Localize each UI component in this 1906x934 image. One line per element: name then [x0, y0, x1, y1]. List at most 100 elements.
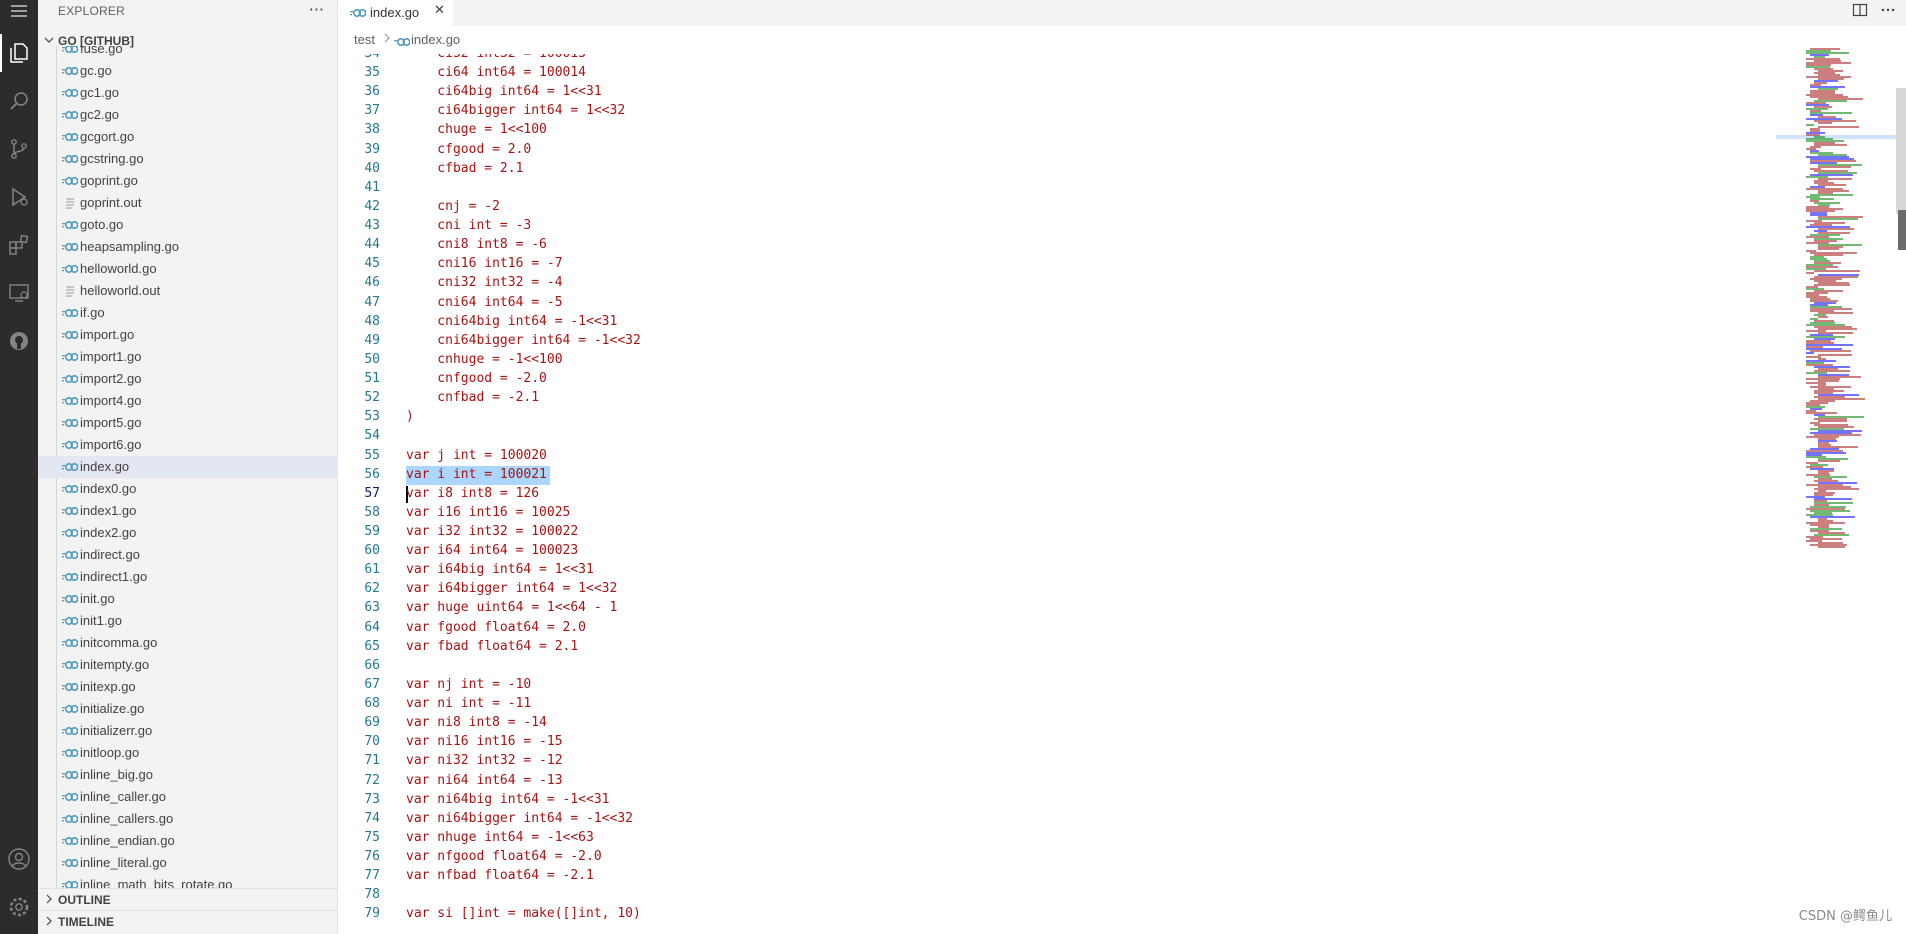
- file-item[interactable]: goprint.go: [38, 170, 338, 192]
- file-item[interactable]: import6.go: [38, 434, 338, 456]
- code-line: 40 cfbad = 2.1: [338, 160, 1768, 179]
- file-item[interactable]: initializerr.go: [38, 720, 338, 742]
- file-item[interactable]: import2.go: [38, 368, 338, 390]
- code-editor[interactable]: 34 ci32 int32 = 10001335 ci64 int64 = 10…: [338, 54, 1768, 934]
- line-number: 62: [364, 581, 380, 597]
- minimap-line: [1818, 546, 1845, 548]
- file-item[interactable]: index0.go: [38, 478, 338, 500]
- remote-explorer-icon[interactable]: [0, 274, 38, 312]
- chevron-right-icon: [44, 892, 54, 906]
- file-item[interactable]: gc2.go: [38, 104, 338, 126]
- timeline-section[interactable]: TIMELINE: [38, 910, 338, 932]
- code-line: 34 ci32 int32 = 100013: [338, 54, 1768, 64]
- code-line: 39 cfgood = 2.0: [338, 141, 1768, 160]
- code-text: cnj = -2: [406, 198, 500, 214]
- file-item[interactable]: helloworld.go: [38, 258, 338, 280]
- settings-gear-icon[interactable]: [0, 888, 38, 926]
- breadcrumb-file[interactable]: index.go: [411, 32, 460, 47]
- file-item[interactable]: inline_big.go: [38, 764, 338, 786]
- file-item[interactable]: if.go: [38, 302, 338, 324]
- code-line: 42 cnj = -2: [338, 198, 1768, 217]
- menu-icon[interactable]: [0, 0, 38, 30]
- file-item[interactable]: initloop.go: [38, 742, 338, 764]
- outline-section[interactable]: OUTLINE: [38, 888, 338, 910]
- go-file-icon: [62, 352, 78, 362]
- file-item[interactable]: gc1.go: [38, 82, 338, 104]
- file-item[interactable]: index.go: [38, 456, 338, 478]
- line-number: 73: [364, 791, 380, 807]
- split-editor-icon[interactable]: [1852, 2, 1868, 22]
- file-item[interactable]: indirect.go: [38, 544, 338, 566]
- file-item[interactable]: index2.go: [38, 522, 338, 544]
- minimap-line: [1814, 284, 1850, 286]
- file-item[interactable]: init.go: [38, 588, 338, 610]
- go-file-icon: [62, 396, 78, 406]
- minimap-line: [1818, 248, 1839, 250]
- code-text: var i64bigger int64 = 1<<32: [406, 581, 618, 597]
- file-item[interactable]: gcstring.go: [38, 148, 338, 170]
- file-name: inline_literal.go: [80, 855, 167, 870]
- file-name: index1.go: [80, 503, 137, 518]
- file-item[interactable]: import.go: [38, 324, 338, 346]
- file-item[interactable]: import4.go: [38, 390, 338, 412]
- file-item[interactable]: inline_callers.go: [38, 808, 338, 830]
- activity-bar: [0, 0, 38, 934]
- file-item[interactable]: inline_literal.go: [38, 852, 338, 874]
- explorer-icon[interactable]: [0, 34, 38, 72]
- file-item[interactable]: gc.go: [38, 60, 338, 82]
- line-number: 70: [364, 734, 380, 750]
- file-name: gcgort.go: [80, 129, 135, 144]
- file-item[interactable]: fuse.go: [38, 46, 338, 60]
- file-item[interactable]: heapsampling.go: [38, 236, 338, 258]
- code-line: 72 var ni64 int64 = -13: [338, 772, 1768, 791]
- vertical-scrollbar[interactable]: [1896, 88, 1906, 214]
- run-debug-icon[interactable]: [0, 178, 38, 216]
- code-text: cni64 int64 = -5: [406, 294, 563, 310]
- file-item[interactable]: initialize.go: [38, 698, 338, 720]
- file-item[interactable]: init1.go: [38, 610, 338, 632]
- file-name: init1.go: [80, 613, 122, 628]
- explorer-sidebar: EXPLORER ··· GO [GITHUB] fuse.go gc.go gc1…: [38, 0, 338, 934]
- code-text: ci64 int64 = 100014: [406, 65, 587, 81]
- line-number: 76: [364, 849, 380, 865]
- tab-index-go[interactable]: index.go ✕: [338, 0, 454, 26]
- line-number: 71: [364, 753, 380, 769]
- file-item[interactable]: indirect1.go: [38, 566, 338, 588]
- minimap[interactable]: [1776, 48, 1906, 934]
- code-line: 47 cni64 int64 = -5: [338, 294, 1768, 313]
- file-item[interactable]: gcgort.go: [38, 126, 338, 148]
- file-item[interactable]: helloworld.out: [38, 280, 338, 302]
- go-file-icon: [62, 220, 78, 230]
- file-item[interactable]: initcomma.go: [38, 632, 338, 654]
- file-item[interactable]: initexp.go: [38, 676, 338, 698]
- breadcrumb-folder[interactable]: test: [354, 32, 375, 47]
- file-item[interactable]: goprint.out: [38, 192, 338, 214]
- code-line: 54: [338, 427, 1768, 446]
- extensions-icon[interactable]: [0, 226, 38, 264]
- code-line: 67 var nj int = -10: [338, 676, 1768, 695]
- file-item[interactable]: initempty.go: [38, 654, 338, 676]
- github-icon[interactable]: [0, 322, 38, 360]
- file-name: import5.go: [80, 415, 142, 430]
- file-item[interactable]: import1.go: [38, 346, 338, 368]
- more-actions-icon[interactable]: [1880, 2, 1896, 22]
- more-actions-icon[interactable]: ···: [309, 0, 324, 19]
- file-item[interactable]: goto.go: [38, 214, 338, 236]
- file-name: import2.go: [80, 371, 142, 386]
- file-item[interactable]: inline_caller.go: [38, 786, 338, 808]
- file-item[interactable]: index1.go: [38, 500, 338, 522]
- source-control-icon[interactable]: [0, 130, 38, 168]
- code-line: 55 var j int = 100020: [338, 447, 1768, 466]
- code-line: 70 var ni16 int16 = -15: [338, 733, 1768, 752]
- file-item[interactable]: import5.go: [38, 412, 338, 434]
- code-line: 41: [338, 179, 1768, 198]
- file-item[interactable]: inline_endian.go: [38, 830, 338, 852]
- code-text: cni int = -3: [406, 218, 532, 234]
- file-item[interactable]: inline_math_bits_rotate.go: [38, 874, 338, 888]
- search-icon[interactable]: [0, 82, 38, 120]
- go-file-icon: [62, 792, 78, 802]
- minimap-slider[interactable]: [1776, 135, 1896, 139]
- line-number: 47: [364, 294, 380, 310]
- account-icon[interactable]: [0, 840, 38, 878]
- close-icon[interactable]: ✕: [434, 3, 445, 18]
